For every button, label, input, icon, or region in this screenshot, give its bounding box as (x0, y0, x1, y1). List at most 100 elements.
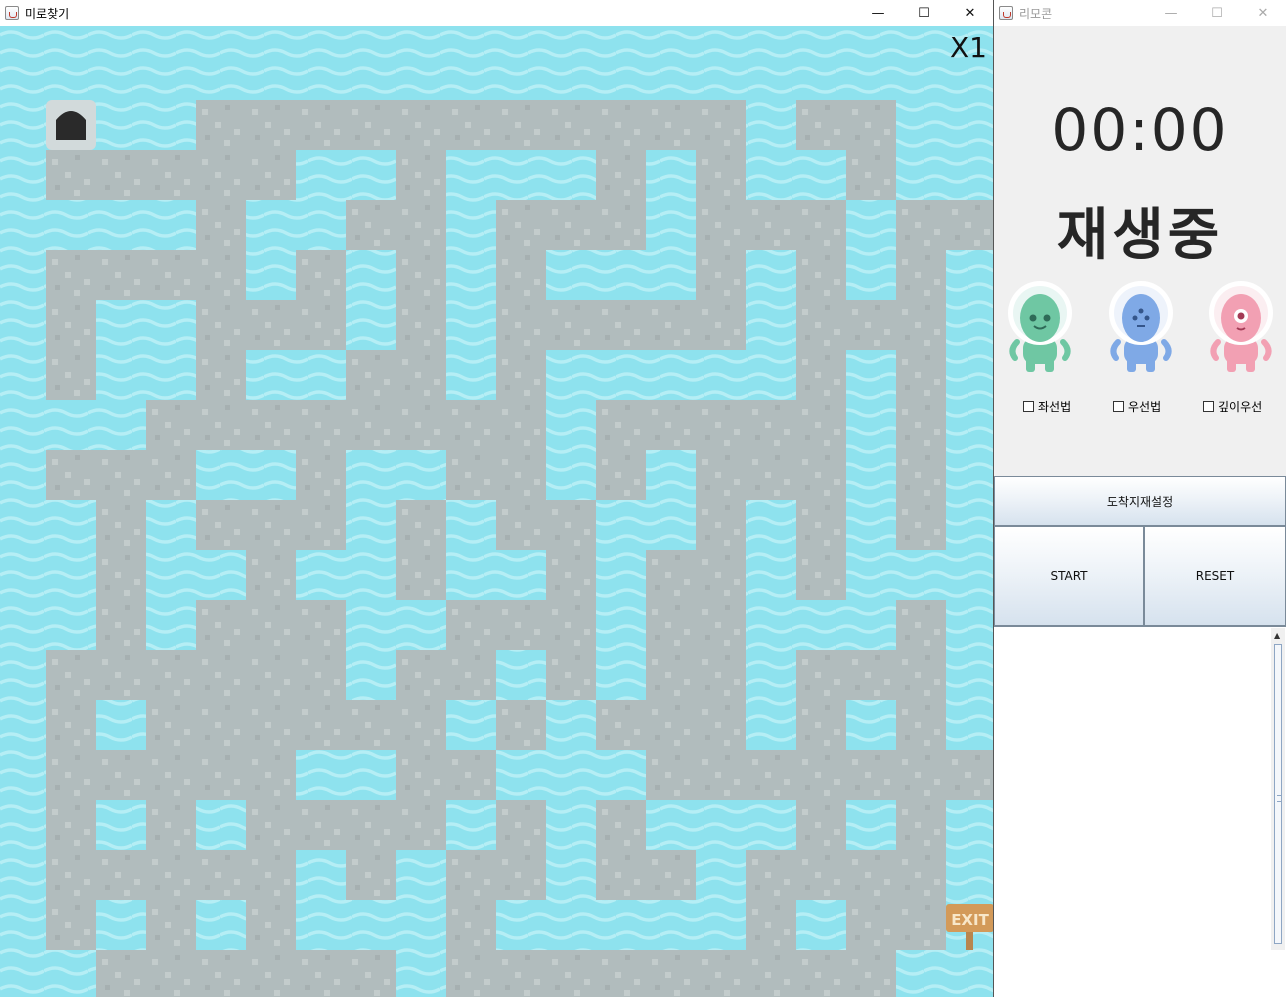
log-scrollbar[interactable]: ▲ (1271, 628, 1285, 950)
maze-path-cell (446, 600, 496, 650)
maze-path-cell (296, 600, 346, 650)
maze-path-cell (346, 100, 396, 150)
maze-path-cell (46, 850, 96, 900)
maze-path-cell (446, 950, 496, 997)
maze-path-cell (296, 400, 346, 450)
maze-path-cell (96, 500, 146, 550)
maze-path-cell (796, 650, 846, 700)
maze-path-cell (396, 550, 446, 600)
maze-titlebar[interactable]: 미로찾기 — ☐ ✕ (0, 0, 993, 26)
java-app-icon (999, 6, 1013, 20)
maze-path-cell (146, 900, 196, 950)
maze-board[interactable]: EXIT (0, 26, 994, 997)
maze-path-cell (596, 800, 646, 850)
maze-path-cell (596, 200, 646, 250)
maze-window-title: 미로찾기 (25, 6, 70, 21)
maze-path-cell (796, 450, 846, 500)
maze-path-cell (196, 200, 246, 250)
remote-window-title: 리모콘 (1019, 6, 1053, 21)
maze-path-cell (696, 450, 746, 500)
maze-path-cell (896, 200, 946, 250)
maze-path-cell (196, 600, 246, 650)
maze-path-cell (896, 300, 946, 350)
maze-path-cell (346, 200, 396, 250)
checkbox-left-hand[interactable]: 좌선법 (1023, 398, 1071, 415)
maze-path-cell (746, 850, 796, 900)
checkbox-left-hand-box[interactable] (1023, 401, 1034, 412)
maze-path-cell (646, 850, 696, 900)
maze-path-cell (896, 750, 946, 800)
maze-path-cell (246, 400, 296, 450)
maze-window: 미로찾기 — ☐ ✕ EXIT X1 (0, 0, 994, 997)
maze-path-cell (546, 300, 596, 350)
maze-path-cell (496, 350, 546, 400)
maze-path-cell (646, 400, 696, 450)
maze-path-cell (146, 650, 196, 700)
maze-path-cell (346, 950, 396, 997)
maze-path-cell (596, 950, 646, 997)
maze-path-cell (46, 750, 96, 800)
minimize-button[interactable]: — (1148, 0, 1194, 26)
reset-button[interactable]: RESET (1144, 526, 1286, 626)
maze-path-cell (246, 600, 296, 650)
maze-path-cell (146, 800, 196, 850)
checkbox-dfs-box[interactable] (1203, 401, 1214, 412)
minimize-button[interactable]: — (855, 0, 901, 26)
maze-path-cell (446, 100, 496, 150)
maze-path-cell (296, 250, 346, 300)
maze-path-cell (796, 950, 846, 997)
maze-path-cell (496, 300, 546, 350)
maze-path-cell (396, 300, 446, 350)
maze-path-cell (546, 950, 596, 997)
maze-path-cell (246, 650, 296, 700)
close-button[interactable]: ✕ (947, 0, 993, 26)
maze-path-cell (596, 450, 646, 500)
maze-path-cell (296, 800, 346, 850)
exit-sign-label: EXIT (951, 911, 989, 929)
timer-display: 00:00 (1051, 96, 1229, 164)
log-text-area[interactable]: ▲ (994, 626, 1286, 997)
maze-path-cell (446, 750, 496, 800)
close-button[interactable]: ✕ (1240, 0, 1286, 26)
maze-path-cell (896, 800, 946, 850)
maze-path-cell (496, 250, 546, 300)
checkbox-dfs[interactable]: 깊이우선 (1203, 398, 1262, 415)
maze-path-cell (796, 750, 846, 800)
maze-path-cell (896, 400, 946, 450)
scroll-up-icon[interactable]: ▲ (1274, 631, 1280, 640)
maze-path-cell (96, 600, 146, 650)
maze-path-cell (796, 400, 846, 450)
set-destination-button[interactable]: 도착지재설정 (994, 476, 1286, 526)
maze-path-cell (46, 450, 96, 500)
checkbox-right-hand[interactable]: 우선법 (1113, 398, 1161, 415)
maze-path-cell (296, 100, 346, 150)
maze-path-cell (796, 500, 846, 550)
maze-path-cell (846, 650, 896, 700)
maximize-button[interactable]: ☐ (1194, 0, 1240, 26)
maze-path-cell (896, 250, 946, 300)
maze-path-cell (146, 250, 196, 300)
remote-titlebar[interactable]: 리모콘 — ☐ ✕ (994, 0, 1286, 26)
maze-path-cell (146, 400, 196, 450)
remote-window: 리모콘 — ☐ ✕ 00:00 재생중 좌선법 우선법 깊이우선 도착지재설정 … (994, 0, 1286, 997)
maze-path-cell (396, 650, 446, 700)
maze-path-cell (496, 950, 546, 997)
status-label: 재생중 (1056, 203, 1224, 268)
scroll-thumb[interactable] (1274, 644, 1282, 944)
maximize-button[interactable]: ☐ (901, 0, 947, 26)
start-tunnel-icon (46, 100, 96, 150)
maze-path-cell (596, 700, 646, 750)
blue-alien-icon (1109, 281, 1173, 372)
maze-path-cell (196, 500, 246, 550)
maze-path-cell (546, 100, 596, 150)
maze-path-cell (596, 850, 646, 900)
maze-path-cell (96, 850, 146, 900)
maze-path-cell (796, 700, 846, 750)
maze-path-cell (446, 450, 496, 500)
maze-path-cell (96, 250, 146, 300)
start-button[interactable]: START (994, 526, 1144, 626)
maze-path-cell (796, 300, 846, 350)
checkbox-right-hand-box[interactable] (1113, 401, 1124, 412)
checkbox-left-hand-label: 좌선법 (1038, 400, 1072, 414)
maze-path-cell (796, 250, 846, 300)
